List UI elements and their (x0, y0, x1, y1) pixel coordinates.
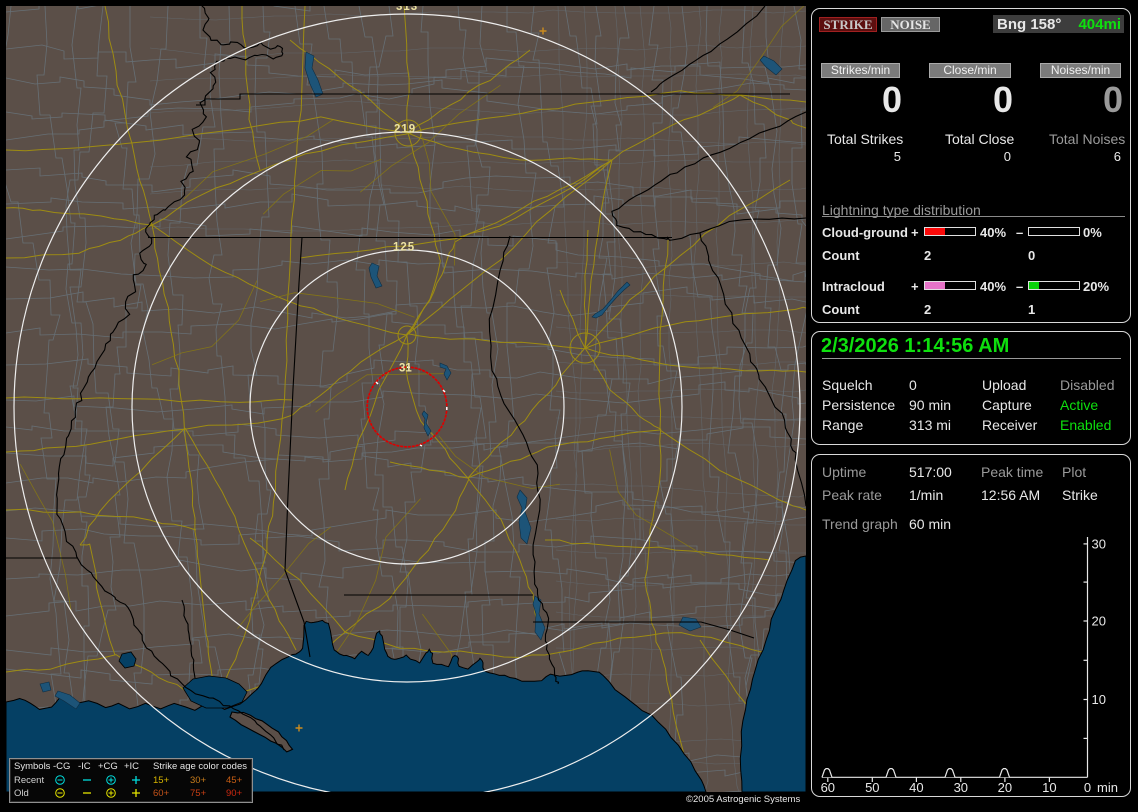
svg-text:50: 50 (865, 780, 879, 795)
svg-text:60: 60 (821, 780, 835, 795)
svg-text:10: 10 (1042, 780, 1056, 795)
svg-text:30: 30 (1092, 537, 1106, 552)
svg-text:20: 20 (1092, 614, 1106, 629)
svg-text:0: 0 (1084, 780, 1091, 795)
svg-text:min: min (1097, 780, 1118, 795)
svg-text:30: 30 (954, 780, 968, 795)
svg-text:40: 40 (909, 780, 923, 795)
svg-text:20: 20 (998, 780, 1012, 795)
svg-text:10: 10 (1092, 692, 1106, 707)
